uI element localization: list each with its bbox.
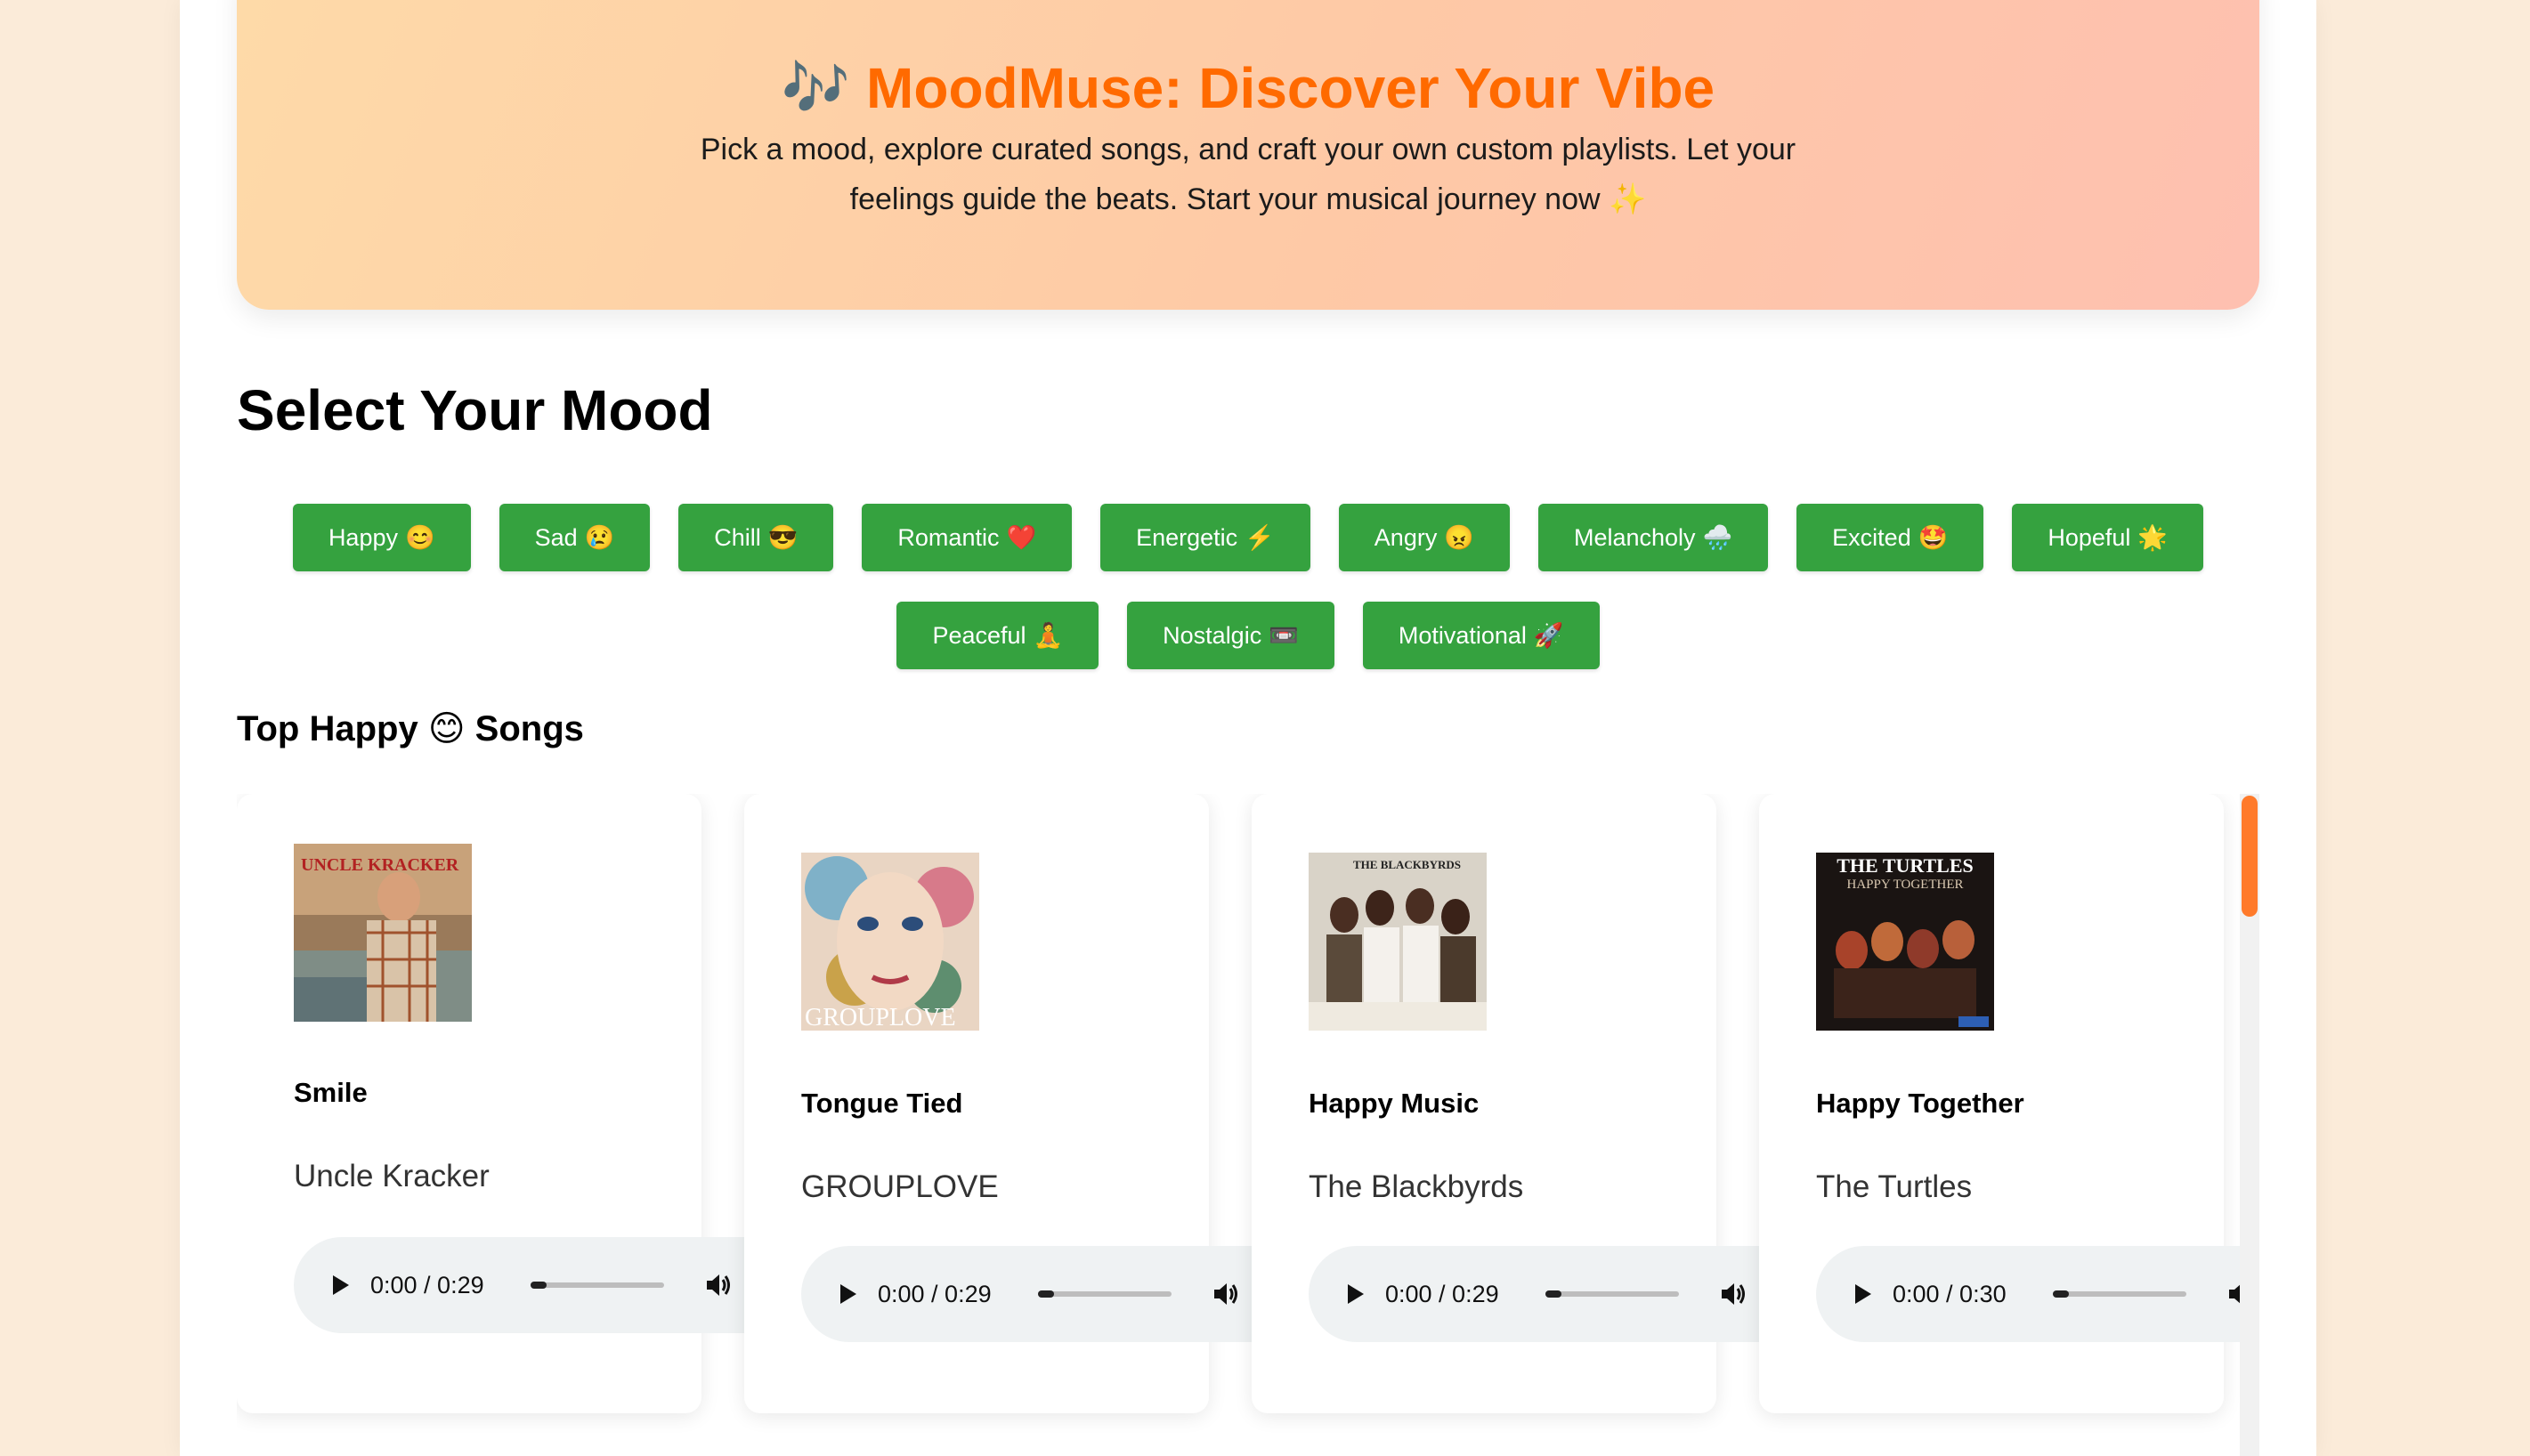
mood-button-excited[interactable]: Excited 🤩: [1796, 504, 1984, 571]
audio-player[interactable]: 0:00 / 0:29: [1309, 1246, 1825, 1342]
mood-button-peaceful[interactable]: Peaceful 🧘: [896, 602, 1099, 669]
mood-label: Angry: [1374, 523, 1438, 551]
audio-time: 0:00 / 0:29: [878, 1280, 992, 1307]
song-cards-scroll[interactable]: UNCLE KRACKER Smile Uncle Kracker 0:00 /…: [237, 794, 2259, 1456]
top-songs-title-suffix: Songs: [474, 709, 584, 748]
melancholy-emoji-icon: 🌧️: [1702, 524, 1733, 551]
mood-label: Melancholy: [1573, 523, 1696, 551]
audio-progress-slider[interactable]: [1037, 1290, 1172, 1298]
mood-button-motivational[interactable]: Motivational 🚀: [1362, 602, 1600, 669]
scrollbar-track[interactable]: [2240, 794, 2259, 1456]
motivational-emoji-icon: 🚀: [1533, 622, 1564, 649]
audio-player[interactable]: 0:00 / 0:29: [801, 1246, 1318, 1342]
cover-text: THE BLACKBYRDS: [1353, 858, 1461, 871]
mood-button-angry[interactable]: Angry 😠: [1338, 504, 1510, 571]
app-container: 🎶 MoodMuse: Discover Your Vibe Pick a mo…: [180, 0, 2316, 1456]
song-card: UNCLE KRACKER Smile Uncle Kracker 0:00 /…: [237, 794, 810, 1413]
mood-button-melancholy[interactable]: Melancholy 🌧️: [1537, 504, 1769, 571]
app-title: MoodMuse: Discover Your Vibe: [866, 56, 1715, 120]
mood-label: Nostalgic: [1163, 621, 1262, 649]
audio-player[interactable]: 0:00 / 0:29: [294, 1237, 810, 1333]
cover-text: THE TURTLES: [1837, 854, 1974, 877]
cover-text: GROUPLOVE: [805, 1004, 956, 1031]
happy-emoji-icon: 😊: [427, 709, 466, 748]
mood-button-sad[interactable]: Sad 😢: [499, 504, 651, 571]
song-title: Happy Together: [1816, 1088, 2024, 1119]
mood-label: Excited: [1832, 523, 1911, 551]
audio-progress-slider[interactable]: [2052, 1290, 2186, 1298]
mood-label: Energetic: [1136, 523, 1238, 551]
cover-text: UNCLE KRACKER: [301, 855, 459, 875]
nostalgic-emoji-icon: 📼: [1269, 622, 1299, 649]
audio-time: 0:00 / 0:30: [1893, 1280, 2007, 1307]
song-card: THE TURTLES HAPPY TOGETHER Happy Togethe…: [1759, 794, 2259, 1413]
mood-section-title: Select Your Mood: [237, 378, 713, 442]
hero-subtitle: Pick a mood, explore curated songs, and …: [661, 125, 1836, 224]
sad-emoji-icon: 😢: [584, 524, 615, 551]
song-artist: The Blackbyrds: [1309, 1169, 1524, 1204]
mood-label: Hopeful: [2048, 523, 2131, 551]
hopeful-emoji-icon: 🌟: [2137, 524, 2169, 551]
song-card: THE BLACKBYRDS Happy Music The Blackbyrd…: [1252, 794, 1825, 1413]
mood-label: Happy: [328, 523, 398, 551]
mood-label: Romantic: [897, 523, 1000, 551]
top-songs-title-prefix: Top Happy: [237, 709, 418, 748]
song-artist: The Turtles: [1816, 1169, 1973, 1204]
musical-notes-icon: 🎶: [781, 57, 851, 119]
audio-time: 0:00 / 0:29: [1385, 1280, 1499, 1307]
happy-emoji-icon: 😊: [404, 524, 435, 551]
energetic-emoji-icon: ⚡: [1245, 524, 1275, 551]
scrollbar-thumb[interactable]: [2242, 796, 2258, 917]
audio-player[interactable]: 0:00 / 0:30: [1816, 1246, 2259, 1342]
album-cover: UNCLE KRACKER: [294, 844, 472, 1022]
mood-label: Motivational: [1398, 621, 1527, 649]
song-card: GROUPLOVE Tongue Tied GROUPLOVE 0:00 / 0…: [744, 794, 1318, 1413]
song-artist: Uncle Kracker: [294, 1159, 490, 1193]
chill-emoji-icon: 😎: [767, 524, 799, 551]
sparkle-icon: ✨: [1609, 182, 1647, 216]
song-title: Happy Music: [1309, 1088, 1480, 1119]
romantic-emoji-icon: ❤️: [1006, 524, 1037, 551]
song-artist: GROUPLOVE: [801, 1169, 999, 1204]
song-title: Smile: [294, 1077, 368, 1108]
angry-emoji-icon: 😠: [1444, 524, 1474, 551]
mood-label: Sad: [534, 523, 578, 551]
mood-selector: Happy 😊 Sad 😢 Chill 😎 Romantic ❤️ Energetic ⚡ Angr…: [237, 504, 2259, 669]
mood-button-energetic[interactable]: Energetic ⚡: [1100, 504, 1310, 571]
mood-label: Peaceful: [932, 621, 1026, 649]
page-title: 🎶 MoodMuse: Discover Your Vibe: [237, 55, 2259, 121]
volume-icon[interactable]: [1720, 1279, 1748, 1309]
play-icon[interactable]: [333, 1275, 349, 1295]
peaceful-emoji-icon: 🧘: [1033, 622, 1064, 649]
album-cover: THE BLACKBYRDS: [1309, 853, 1487, 1031]
audio-progress-slider[interactable]: [530, 1282, 664, 1289]
mood-button-romantic[interactable]: Romantic ❤️: [862, 504, 1073, 571]
volume-icon[interactable]: [1212, 1279, 1241, 1309]
hero-banner: 🎶 MoodMuse: Discover Your Vibe Pick a mo…: [237, 0, 2259, 310]
mood-row: Happy 😊 Sad 😢 Chill 😎 Romantic ❤️ Energetic ⚡ Angr…: [292, 504, 2204, 571]
mood-button-happy[interactable]: Happy 😊: [292, 504, 471, 571]
mood-button-nostalgic[interactable]: Nostalgic 📼: [1127, 602, 1334, 669]
mood-button-hopeful[interactable]: Hopeful 🌟: [2012, 504, 2204, 571]
album-cover: GROUPLOVE: [801, 853, 979, 1031]
play-icon[interactable]: [1855, 1284, 1871, 1304]
audio-progress-slider[interactable]: [1545, 1290, 1679, 1298]
top-songs-title: Top Happy 😊 Songs: [237, 708, 584, 749]
volume-icon[interactable]: [705, 1270, 734, 1300]
song-title: Tongue Tied: [801, 1088, 963, 1119]
play-icon[interactable]: [840, 1284, 856, 1304]
mood-button-chill[interactable]: Chill 😎: [678, 504, 834, 571]
mood-label: Chill: [714, 523, 761, 551]
mood-row: Peaceful 🧘 Nostalgic 📼 Motivational 🚀: [896, 602, 1600, 669]
excited-emoji-icon: 🤩: [1918, 524, 1949, 551]
cover-subtext: HAPPY TOGETHER: [1847, 878, 1964, 892]
audio-time: 0:00 / 0:29: [370, 1271, 484, 1298]
album-cover: THE TURTLES HAPPY TOGETHER: [1816, 853, 1994, 1031]
play-icon[interactable]: [1348, 1284, 1364, 1304]
